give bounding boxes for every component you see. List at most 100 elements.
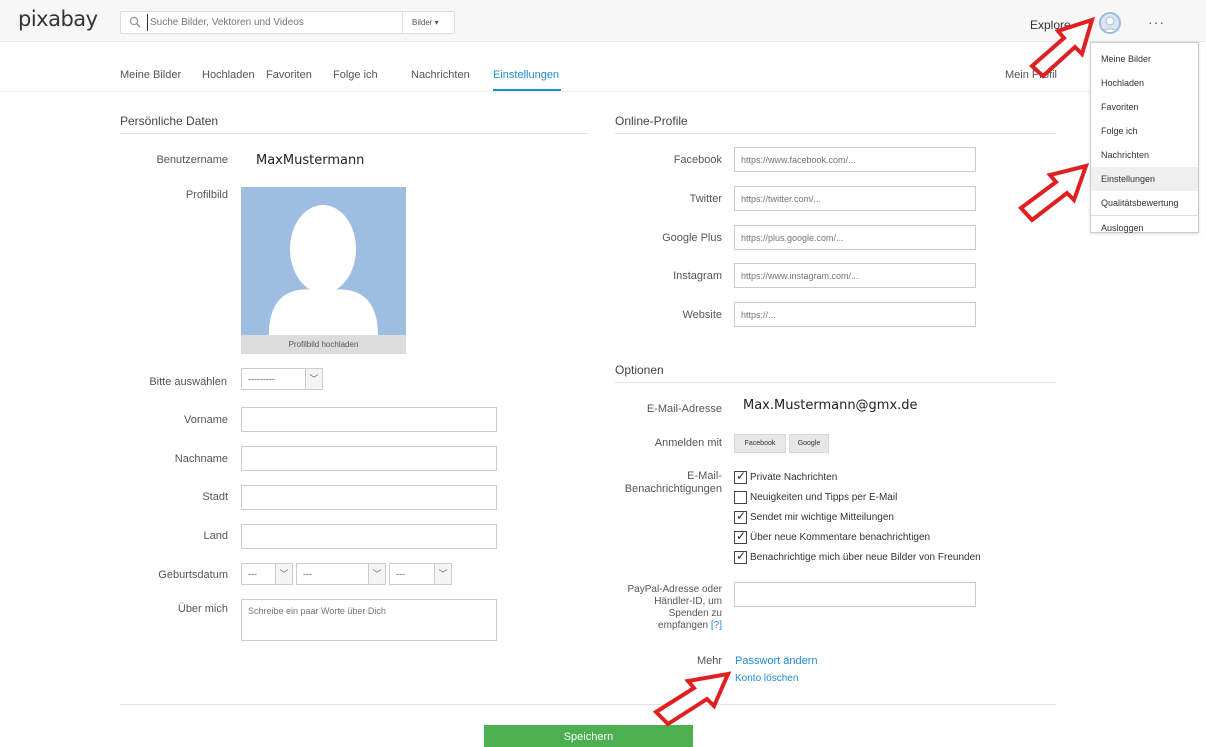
checkbox[interactable]: [734, 491, 747, 504]
notification-option-label: Private Nachrichten: [750, 472, 838, 483]
email-notifications-label-2: Benachrichtigungen: [624, 483, 722, 495]
firstname-label: Vorname: [183, 414, 228, 426]
website-url-input[interactable]: [734, 302, 976, 327]
search-category-select[interactable]: Bilder ▾: [402, 12, 454, 33]
avatar-placeholder-icon: [269, 205, 378, 335]
chevron-down-icon: ﹀: [305, 369, 322, 389]
country-input[interactable]: [241, 524, 497, 549]
about-textarea[interactable]: [241, 599, 497, 641]
country-label: Land: [203, 530, 228, 542]
paypal-help-link[interactable]: [?]: [711, 620, 722, 631]
twitter-url-input[interactable]: [734, 186, 976, 211]
more-label: Mehr: [696, 655, 722, 667]
menu-item-favoriten[interactable]: Favoriten: [1091, 95, 1198, 119]
login-with-label: Anmelden mit: [654, 437, 722, 449]
facebook-login-button[interactable]: Facebook: [734, 434, 786, 453]
website-label: Website: [682, 309, 722, 321]
paypal-label-4-text: empfangen: [658, 620, 709, 631]
more-menu-button[interactable]: ···: [1148, 14, 1165, 30]
menu-item-einstellungen[interactable]: Einstellungen: [1091, 167, 1198, 191]
checkmark-icon: ✓: [736, 529, 747, 543]
user-dropdown-menu: Meine Bilder Hochladen Favoriten Folge i…: [1090, 42, 1199, 233]
instagram-url-input[interactable]: [734, 263, 976, 288]
checkbox[interactable]: ✓: [734, 549, 747, 564]
chevron-down-icon: ﹀: [275, 564, 292, 584]
search-icon: [129, 16, 141, 28]
notification-option-label: Benachrichtige mich über neue Bilder von…: [750, 552, 981, 563]
menu-item-ausloggen[interactable]: Ausloggen: [1091, 215, 1198, 239]
red-arrow-annotation: [1028, 16, 1095, 79]
search-input[interactable]: [147, 14, 417, 31]
instagram-label: Instagram: [673, 270, 722, 282]
checkmark-icon: ✓: [736, 469, 747, 483]
birth-day-select[interactable]: --- ﹀: [241, 563, 293, 585]
salutation-value: ---------: [248, 374, 275, 384]
google-login-button[interactable]: Google: [789, 434, 829, 453]
divider: [615, 133, 1056, 134]
paypal-label-4: empfangen [?]: [582, 620, 722, 631]
facebook-url-input[interactable]: [734, 147, 976, 172]
account-subnav: Meine Bilder Hochladen Favoriten Folge i…: [0, 42, 1090, 92]
red-arrow-annotation: [1018, 163, 1090, 223]
birthdate-label: Geburtsdatum: [158, 569, 228, 581]
checkmark-icon: ✓: [736, 509, 747, 523]
top-bar: pixabay Bilder ▾ Explore ···: [0, 0, 1206, 42]
search-box[interactable]: Bilder ▾: [120, 11, 455, 34]
username-label: Benutzername: [156, 154, 228, 166]
profile-picture-label: Profilbild: [185, 189, 228, 201]
menu-item-qualitaetsbewertung[interactable]: Qualitätsbewertung: [1091, 191, 1198, 215]
twitter-label: Twitter: [689, 193, 722, 205]
chevron-down-icon: ﹀: [434, 564, 451, 584]
red-arrow-annotation: [652, 671, 732, 727]
birth-month-select[interactable]: --- ﹀: [296, 563, 386, 585]
tab-hochladen[interactable]: Hochladen: [202, 69, 255, 81]
google-plus-label: Google Plus: [662, 232, 722, 244]
birth-day-value: ---: [248, 569, 257, 579]
checkbox[interactable]: ✓: [734, 469, 747, 484]
tab-nachrichten[interactable]: Nachrichten: [411, 69, 470, 81]
divider: [120, 133, 588, 134]
delete-account-link[interactable]: Konto löschen: [735, 673, 798, 684]
paypal-label-3: Spenden zu: [668, 608, 722, 619]
tab-meine-bilder[interactable]: Meine Bilder: [120, 69, 181, 81]
birth-year-value: ---: [396, 569, 405, 579]
change-password-link[interactable]: Passwort ändern: [735, 655, 818, 667]
online-profiles-heading: Online-Profile: [615, 114, 688, 128]
birth-month-value: ---: [303, 569, 312, 579]
lastname-input[interactable]: [241, 446, 497, 471]
about-label: Über mich: [177, 603, 228, 615]
notification-option-label: Neuigkeiten und Tipps per E-Mail: [750, 492, 898, 503]
user-icon: [1102, 16, 1118, 32]
personal-data-heading: Persönliche Daten: [120, 114, 219, 128]
options-heading: Optionen: [615, 363, 664, 377]
google-plus-url-input[interactable]: [734, 225, 976, 250]
email-notifications-label-1: E-Mail-: [687, 470, 722, 482]
city-label: Stadt: [202, 491, 228, 503]
tab-folge-ich[interactable]: Folge ich: [333, 69, 378, 81]
paypal-label-2: Händler-ID, um: [654, 596, 722, 607]
city-input[interactable]: [241, 485, 497, 510]
birth-year-select[interactable]: --- ﹀: [389, 563, 452, 585]
pixabay-logo[interactable]: pixabay: [18, 7, 98, 31]
paypal-label-1: PayPal-Adresse oder: [627, 584, 723, 595]
paypal-input[interactable]: [734, 582, 976, 607]
menu-item-nachrichten[interactable]: Nachrichten: [1091, 143, 1198, 167]
checkbox[interactable]: ✓: [734, 529, 747, 544]
active-tab-indicator: [493, 89, 561, 91]
checkbox[interactable]: ✓: [734, 509, 747, 524]
salutation-select[interactable]: --------- ﹀: [241, 368, 323, 390]
divider: [120, 704, 1056, 705]
tab-favoriten[interactable]: Favoriten: [266, 69, 312, 81]
menu-item-meine-bilder[interactable]: Meine Bilder: [1091, 47, 1198, 71]
upload-profile-picture-button[interactable]: Profilbild hochladen: [241, 335, 406, 354]
firstname-input[interactable]: [241, 407, 497, 432]
menu-item-folge-ich[interactable]: Folge ich: [1091, 119, 1198, 143]
salutation-label: Bitte auswählen: [149, 376, 227, 388]
user-avatar-button[interactable]: [1099, 12, 1121, 34]
email-value: Max.Mustermann@gmx.de: [743, 398, 918, 413]
menu-item-hochladen[interactable]: Hochladen: [1091, 71, 1198, 95]
profile-picture[interactable]: Profilbild hochladen: [241, 187, 406, 354]
tab-einstellungen[interactable]: Einstellungen: [493, 69, 559, 81]
notification-option-label: Sendet mir wichtige Mitteilungen: [750, 512, 894, 523]
checkmark-icon: ✓: [736, 549, 747, 563]
